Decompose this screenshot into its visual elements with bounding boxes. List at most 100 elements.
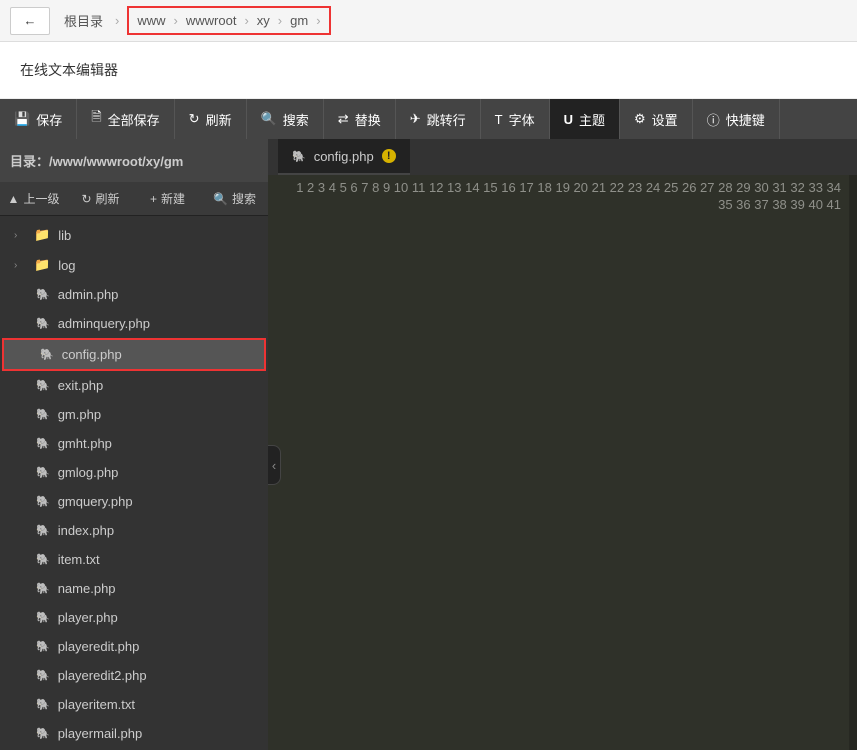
php-icon: 🐘 xyxy=(292,150,306,163)
file-name: log xyxy=(58,258,75,273)
file-name: player.php xyxy=(58,610,118,625)
current-directory: 目录：/www/wwwroot/xy/gm xyxy=(0,139,268,182)
breadcrumb-item[interactable]: gm xyxy=(286,10,312,31)
file-item[interactable]: 🐘 playeritem.txt xyxy=(0,690,268,719)
goto-button[interactable]: ✈跳转行 xyxy=(396,99,481,139)
file-icon: 🐘 xyxy=(36,408,50,421)
file-name: admin.php xyxy=(58,287,119,302)
font-icon: T xyxy=(495,112,503,127)
file-name: gm.php xyxy=(58,407,101,422)
save-button[interactable]: 💾保存 xyxy=(0,99,77,139)
file-name: gmquery.php xyxy=(58,494,133,509)
up-icon: ▲ xyxy=(8,192,20,206)
search-icon: 🔍 xyxy=(213,192,228,206)
theme-button[interactable]: U主题 xyxy=(550,99,620,139)
file-icon: 🐘 xyxy=(36,495,50,508)
breadcrumb-item[interactable]: www xyxy=(133,10,169,31)
refresh-icon: ↻ xyxy=(81,192,91,206)
replace-button[interactable]: ⇄替换 xyxy=(324,99,396,139)
breadcrumb: 根目录 › www › wwwroot › xy › gm › xyxy=(60,6,331,35)
folder-icon: 📁 xyxy=(34,257,50,273)
file-icon: 🐘 xyxy=(36,524,50,537)
code-content[interactable]: $key=''; //error_reporting(0); ini_set('… xyxy=(849,175,857,750)
page-title: 在线文本编辑器 xyxy=(0,42,857,99)
up-level-button[interactable]: ▲上一级 xyxy=(0,182,67,215)
file-item[interactable]: 🐘 config.php xyxy=(2,338,266,371)
main-area: 目录：/www/wwwroot/xy/gm ▲上一级 ↻刷新 +新建 🔍搜索 ›… xyxy=(0,139,857,750)
replace-icon: ⇄ xyxy=(338,111,349,127)
file-name: playeredit.php xyxy=(58,639,140,654)
tab-config-php[interactable]: 🐘 config.php ! xyxy=(278,139,410,175)
file-icon: 🐘 xyxy=(36,698,50,711)
file-icon: 🐘 xyxy=(36,669,50,682)
dirty-indicator-icon: ! xyxy=(382,149,396,163)
goto-icon: ✈ xyxy=(410,111,421,127)
file-name: playeritem.txt xyxy=(58,697,135,712)
settings-button[interactable]: ⚙设置 xyxy=(620,99,693,139)
tab-label: config.php xyxy=(314,149,374,164)
file-item[interactable]: 🐘 gmquery.php xyxy=(0,487,268,516)
collapse-sidebar-button[interactable]: ‹ xyxy=(268,445,281,485)
file-icon: 🐘 xyxy=(40,348,54,361)
file-item[interactable]: 🐘 gm.php xyxy=(0,400,268,429)
file-item[interactable]: 🐘 name.php xyxy=(0,574,268,603)
tree-search-button[interactable]: 🔍搜索 xyxy=(201,182,268,215)
file-icon: 🐘 xyxy=(36,466,50,479)
file-item[interactable]: 🐘playerquery.php xyxy=(0,748,268,750)
font-button[interactable]: T字体 xyxy=(481,99,550,139)
file-name: item.txt xyxy=(58,552,100,567)
file-name: name.php xyxy=(58,581,116,596)
shortcuts-button[interactable]: ⓘ快捷键 xyxy=(693,99,780,139)
chevron-right-icon: › xyxy=(312,13,324,28)
file-item[interactable]: 🐘playeredit2.php xyxy=(0,661,268,690)
chevron-right-icon: › xyxy=(240,13,252,28)
breadcrumb-item[interactable]: xy xyxy=(253,10,274,31)
chevron-right-icon: › xyxy=(274,13,286,28)
breadcrumb-root[interactable]: 根目录 xyxy=(60,8,107,33)
file-icon: 🐘 xyxy=(36,553,50,566)
file-item[interactable]: 🐘 exit.php xyxy=(0,371,268,400)
breadcrumb-highlight: www › wwwroot › xy › gm › xyxy=(127,6,330,35)
file-item[interactable]: 🐘gmlog.php xyxy=(0,458,268,487)
file-item[interactable]: 🐘playermail.php xyxy=(0,719,268,748)
save-icon: 💾 xyxy=(14,111,30,127)
file-name: lib xyxy=(58,228,71,243)
folder-item[interactable]: › 📁 log xyxy=(0,250,268,280)
file-item[interactable]: 🐘index.php xyxy=(0,516,268,545)
code-editor[interactable]: ‹ 1 2 3 4 5 6 7 8 9 10 11 12 13 14 15 16… xyxy=(268,175,857,750)
breadcrumb-bar: ← 根目录 › www › wwwroot › xy › gm › xyxy=(0,0,857,42)
file-name: adminquery.php xyxy=(58,316,150,331)
tree-refresh-button[interactable]: ↻刷新 xyxy=(67,182,134,215)
theme-icon: U xyxy=(564,112,573,127)
chevron-right-icon: › xyxy=(111,13,123,28)
save-all-button[interactable]: 🗎全部保存 xyxy=(77,99,174,139)
file-item[interactable]: 🐘 item.txt xyxy=(0,545,268,574)
search-icon: 🔍 xyxy=(261,111,277,127)
file-icon: 🐘 xyxy=(36,437,50,450)
editor-area: 🐘 config.php ! ‹ 1 2 3 4 5 6 7 8 9 10 11… xyxy=(268,139,857,750)
info-icon: ⓘ xyxy=(707,110,720,129)
file-item[interactable]: 🐘 gmht.php xyxy=(0,429,268,458)
refresh-icon: ↻ xyxy=(189,111,200,127)
file-icon: 🐘 xyxy=(36,582,50,595)
save-all-icon: 🗎 xyxy=(91,108,101,130)
file-tree: ›📁lib›📁log🐘admin.php🐘adminquery.php🐘conf… xyxy=(0,216,268,750)
file-icon: 🐘 xyxy=(36,288,50,301)
refresh-button[interactable]: ↻刷新 xyxy=(175,99,247,139)
folder-item[interactable]: ›📁lib xyxy=(0,220,268,250)
file-item[interactable]: 🐘playeredit.php xyxy=(0,632,268,661)
editor-tabs: 🐘 config.php ! xyxy=(268,139,857,175)
breadcrumb-item[interactable]: wwwroot xyxy=(182,10,241,31)
file-item[interactable]: 🐘 admin.php xyxy=(0,280,268,309)
new-file-button[interactable]: +新建 xyxy=(134,182,201,215)
file-name: gmht.php xyxy=(58,436,112,451)
file-name: config.php xyxy=(62,347,122,362)
file-item[interactable]: 🐘player.php xyxy=(0,603,268,632)
chevron-right-icon: › xyxy=(14,260,26,271)
back-button[interactable]: ← xyxy=(10,7,50,35)
search-button[interactable]: 🔍搜索 xyxy=(247,99,324,139)
file-name: exit.php xyxy=(58,378,104,393)
file-icon: 🐘 xyxy=(36,379,50,392)
chevron-right-icon: › xyxy=(14,230,26,241)
file-item[interactable]: 🐘adminquery.php xyxy=(0,309,268,338)
